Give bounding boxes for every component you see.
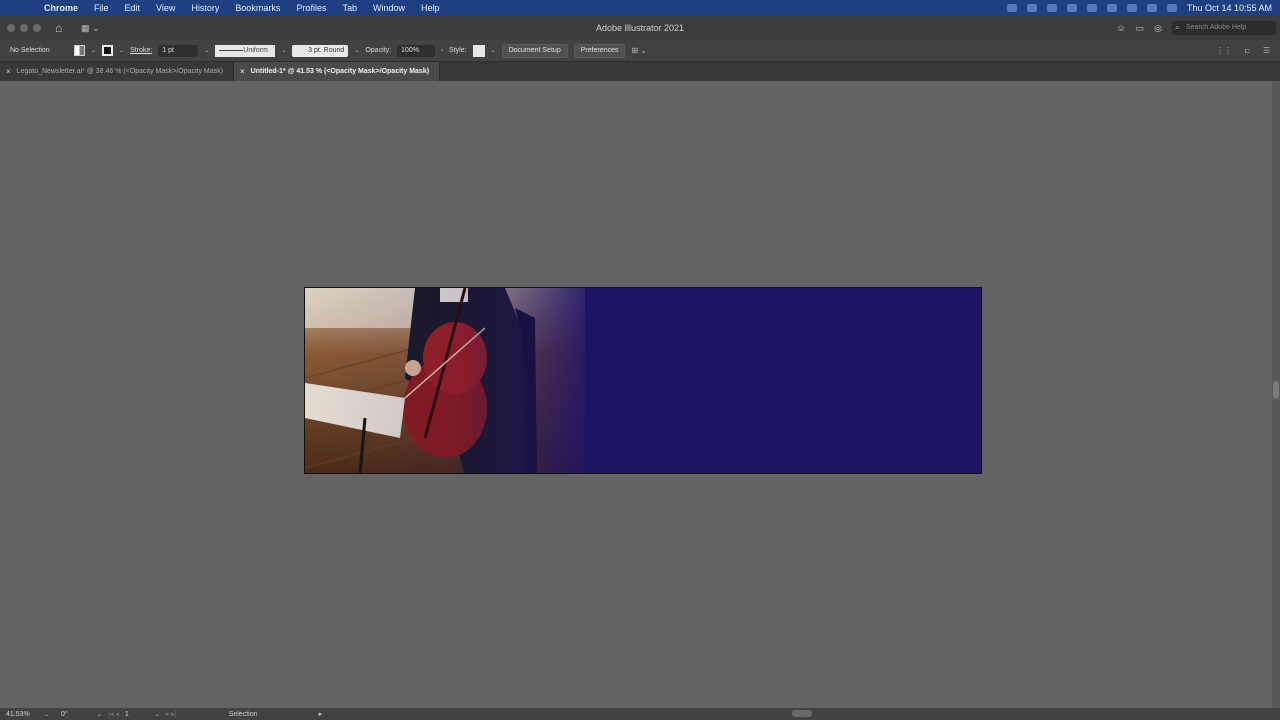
- control-bar-right: ⋮⋮ ⊏ ☰: [1216, 46, 1270, 55]
- cellist-image: [305, 288, 585, 473]
- artboard-number[interactable]: 1: [125, 711, 149, 718]
- search-help-input[interactable]: ⌕ Search Adobe Help: [1172, 21, 1276, 35]
- status-icon[interactable]: [1066, 4, 1077, 12]
- window-controls: [7, 24, 41, 32]
- tab-label: Untitled-1* @ 41.53 % (<Opacity Mask>/Op…: [250, 68, 430, 75]
- status-icon[interactable]: [1106, 4, 1117, 12]
- tab-untitled-1[interactable]: × Untitled-1* @ 41.53 % (<Opacity Mask>/…: [233, 62, 441, 81]
- current-tool[interactable]: Selection: [229, 711, 313, 718]
- panel-menu-icon[interactable]: ☰: [1263, 46, 1270, 55]
- artboard-nav-arrows[interactable]: ▸ ▸|: [166, 710, 177, 718]
- align-icon[interactable]: ⋮⋮: [1216, 46, 1232, 55]
- chevron-right-icon[interactable]: ▸: [319, 710, 323, 718]
- chevron-down-icon[interactable]: ⌄: [491, 47, 496, 54]
- tab-legato-newsletter[interactable]: × Legato_Newsletter.ai* @ 38.46 % (<Opac…: [0, 62, 234, 81]
- opacity-label[interactable]: Opacity:: [365, 47, 391, 54]
- opacity-field[interactable]: 100%: [397, 44, 436, 57]
- vertical-scrollbar[interactable]: [1272, 81, 1280, 708]
- document-setup-button[interactable]: Document Setup: [501, 43, 568, 58]
- chevron-down-icon[interactable]: ⌄: [119, 47, 124, 54]
- fill-swatch[interactable]: [74, 45, 85, 56]
- chevron-down-icon[interactable]: ⌄: [155, 711, 160, 718]
- stroke-swatch[interactable]: [102, 45, 114, 56]
- chevron-down-icon[interactable]: ⌄: [91, 47, 96, 54]
- brush-definition[interactable]: 3 pt. Round: [292, 44, 349, 57]
- menu-file[interactable]: File: [86, 3, 117, 13]
- workspace-switcher-icon[interactable]: ▦ ⌄: [81, 23, 100, 34]
- control-bar: No Selection ⌄ ⌄ Stroke: 1 pt ⌄ Uniform …: [0, 40, 1280, 62]
- artboard[interactable]: [304, 287, 982, 474]
- canvas[interactable]: [0, 81, 1272, 708]
- rotation-field[interactable]: 0°: [61, 711, 91, 718]
- close-tab-icon[interactable]: ×: [6, 67, 11, 76]
- wifi-icon[interactable]: [1126, 4, 1137, 12]
- share-icon[interactable]: ☺: [1116, 23, 1125, 33]
- stroke-weight-field[interactable]: 1 pt: [158, 44, 199, 57]
- menu-edit[interactable]: Edit: [117, 3, 149, 13]
- chevron-down-icon[interactable]: ⌄: [204, 47, 209, 54]
- chevron-right-icon[interactable]: ›: [441, 48, 443, 54]
- zoom-window-button[interactable]: [33, 24, 41, 32]
- menu-view[interactable]: View: [148, 3, 183, 13]
- chevron-down-icon[interactable]: ⌄: [97, 711, 102, 718]
- scrollbar-thumb[interactable]: [1273, 381, 1279, 399]
- menu-window[interactable]: Window: [365, 3, 413, 13]
- selection-status: No Selection: [10, 47, 50, 54]
- status-icon[interactable]: [1006, 4, 1017, 12]
- zoom-level[interactable]: 41.53%: [6, 711, 38, 718]
- menu-bookmarks[interactable]: Bookmarks: [227, 3, 288, 13]
- chevron-down-icon[interactable]: ⌄: [44, 711, 49, 718]
- search-icon[interactable]: [1146, 4, 1157, 12]
- close-window-button[interactable]: [7, 24, 15, 32]
- minimize-window-button[interactable]: [20, 24, 28, 32]
- arrange-icon[interactable]: ⊞ ⌄: [631, 46, 647, 55]
- status-icon[interactable]: [1026, 4, 1037, 12]
- variable-width-profile[interactable]: Uniform: [215, 44, 276, 57]
- horizontal-scrollbar-thumb[interactable]: [792, 710, 812, 717]
- menu-profiles[interactable]: Profiles: [288, 3, 334, 13]
- arrange-documents-icon[interactable]: ▭: [1136, 23, 1145, 34]
- search-icon: ⌕: [1175, 23, 1180, 32]
- preferences-button[interactable]: Preferences: [573, 43, 626, 58]
- home-icon[interactable]: ⌂: [55, 22, 67, 34]
- menu-history[interactable]: History: [183, 3, 227, 13]
- close-tab-icon[interactable]: ×: [240, 67, 245, 76]
- status-bar: 41.53% ⌄ 0° ⌄ |◂ ◂ 1 ⌄ ▸ ▸| Selection ▸: [0, 708, 1280, 720]
- app-titlebar: ⌂ ▦ ⌄ Adobe Illustrator 2021 ☺ ▭ ◎ ⌕ Sea…: [0, 16, 1280, 40]
- titlebar-right: ☺ ▭ ◎ ⌕ Search Adobe Help: [1116, 21, 1276, 35]
- search-placeholder: Search Adobe Help: [1186, 24, 1247, 31]
- menubar-status-area: Thu Oct 14 10:55 AM: [1006, 0, 1272, 16]
- status-icon[interactable]: [1046, 4, 1057, 12]
- stroke-label[interactable]: Stroke:: [130, 47, 152, 54]
- tab-label: Legato_Newsletter.ai* @ 38.46 % (<Opacit…: [16, 68, 223, 75]
- transform-icon[interactable]: ⊏: [1244, 46, 1251, 55]
- style-label: Style:: [449, 47, 467, 54]
- control-center-icon[interactable]: [1166, 4, 1177, 12]
- status-icon[interactable]: [1086, 4, 1097, 12]
- graphic-style-swatch[interactable]: [472, 44, 485, 57]
- cellist-photo[interactable]: [305, 288, 585, 473]
- chevron-down-icon[interactable]: ⌄: [281, 47, 286, 54]
- app-title: Adobe Illustrator 2021: [595, 23, 685, 33]
- menu-chrome[interactable]: Chrome: [36, 3, 86, 13]
- menu-help[interactable]: Help: [413, 3, 448, 13]
- macos-menubar: Chrome File Edit View History Bookmarks …: [0, 0, 1280, 16]
- lightbulb-icon[interactable]: ◎: [1154, 23, 1162, 34]
- chevron-down-icon[interactable]: ⌄: [354, 47, 359, 54]
- clock[interactable]: Thu Oct 14 10:55 AM: [1187, 3, 1272, 13]
- document-tabs: × Legato_Newsletter.ai* @ 38.46 % (<Opac…: [0, 62, 1280, 81]
- menu-tab[interactable]: Tab: [334, 3, 365, 13]
- artboard-nav-arrows[interactable]: |◂ ◂: [108, 710, 119, 718]
